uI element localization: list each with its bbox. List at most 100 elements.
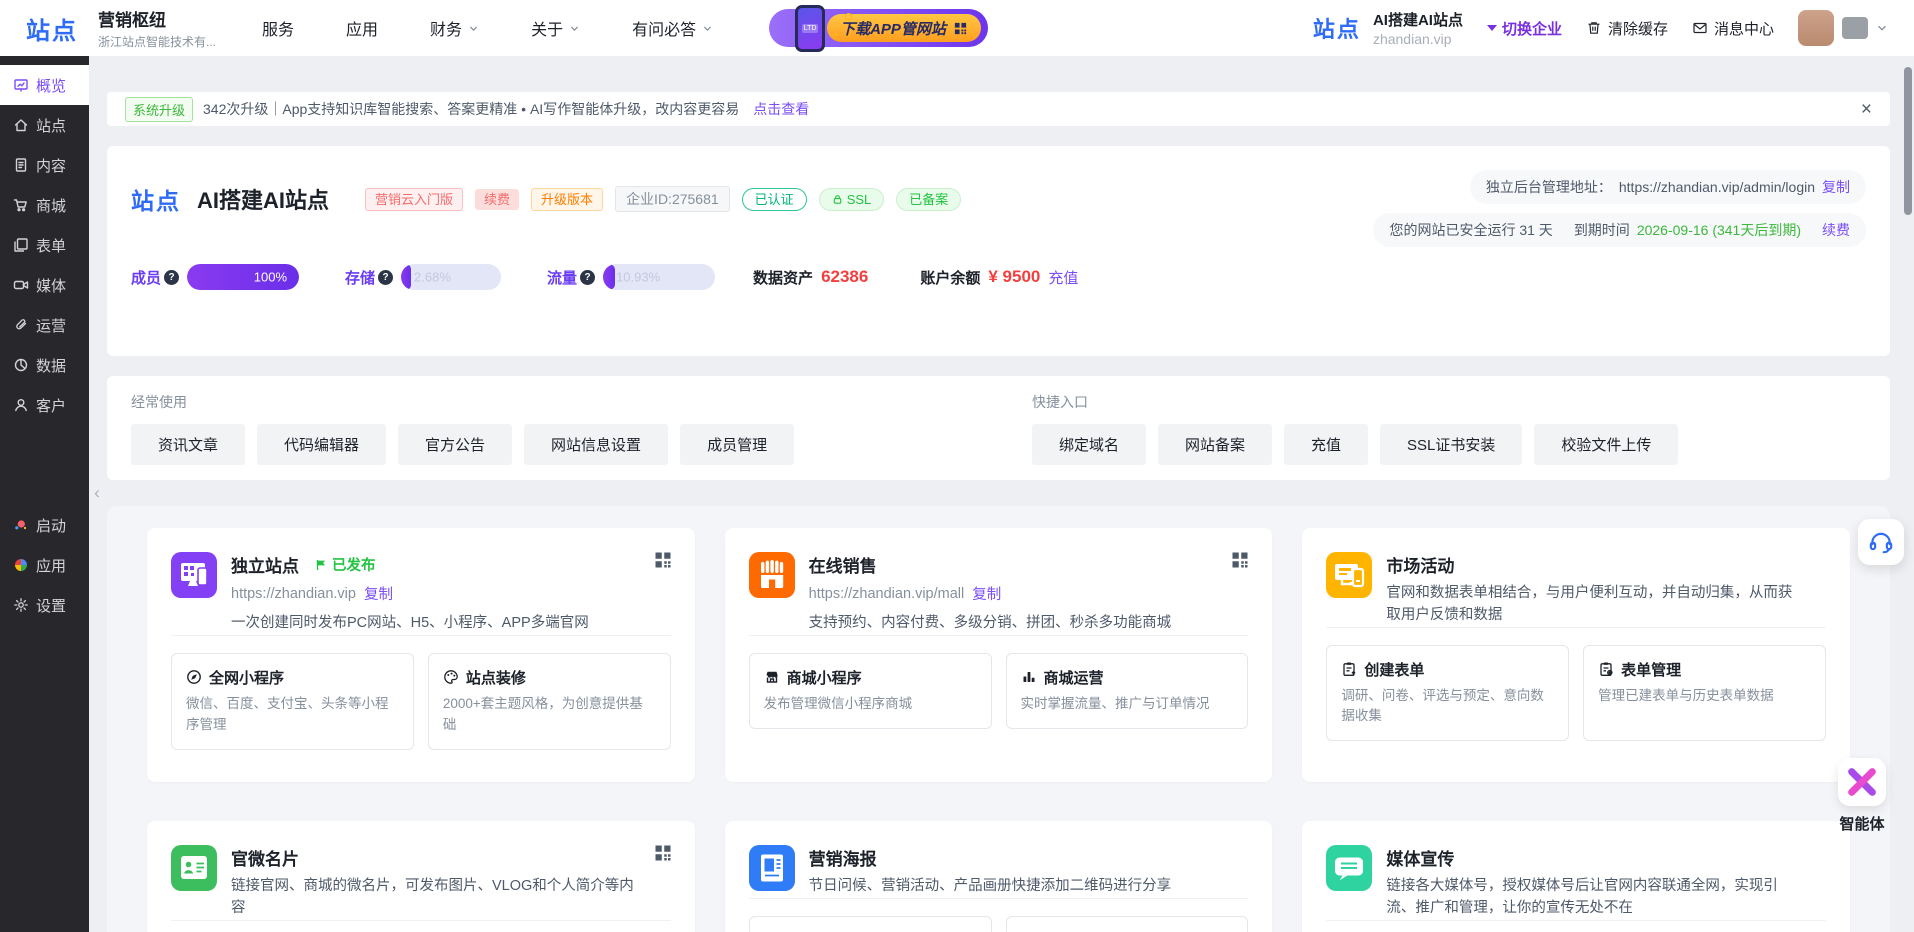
nav-finance[interactable]: 财务 xyxy=(430,16,479,40)
subcard-site-decoration[interactable]: 站点装修 2000+套主题风格，为创意提供基础 xyxy=(428,653,671,750)
help-icon[interactable]: ? xyxy=(580,270,595,285)
balance-stat: 账户余额 ¥ 9500 充值 xyxy=(920,267,1078,288)
card-url[interactable]: https://zhandian.vip/mall xyxy=(809,586,965,602)
sidebar-item-label: 概览 xyxy=(36,75,66,96)
sidebar-item-content[interactable]: 内容 xyxy=(0,145,89,185)
customer-service-button[interactable] xyxy=(1858,519,1904,565)
nav-apps[interactable]: 应用 xyxy=(346,16,378,40)
admin-url[interactable]: https://zhandian.vip/admin/login xyxy=(1619,179,1815,195)
app-card-media-promotion: 媒体宣传 链接各大媒体号，授权媒体号后让官网内容联通全网，实现引流、推广和管理，… xyxy=(1302,821,1850,932)
app-card-official-card: 官微名片 链接官网、商城的微名片，可发布图片、VLOG和个人简介等内容 xyxy=(147,821,695,932)
launch-icon xyxy=(13,517,29,533)
copy-url-link[interactable]: 复制 xyxy=(364,583,393,604)
phone-icon: LTD xyxy=(795,5,825,52)
site-name: AI搭建AI站点 xyxy=(1373,9,1463,30)
btn-ssl-install[interactable]: SSL证书安装 xyxy=(1380,424,1522,465)
site-domain: zhandian.vip xyxy=(1373,31,1463,47)
subcard-mall-operations[interactable]: 商城运营 实时掌握流量、推广与订单情况 xyxy=(1006,653,1249,729)
switch-company-button[interactable]: 切换企业 xyxy=(1487,18,1562,39)
nav-about[interactable]: 关于 xyxy=(531,16,580,40)
card-title[interactable]: 官微名片 xyxy=(231,845,299,870)
btn-site-info-settings[interactable]: 网站信息设置 xyxy=(524,424,668,465)
subcard-partial[interactable] xyxy=(1006,916,1249,932)
sidebar-item-site[interactable]: 站点 xyxy=(0,105,89,145)
btn-verify-file-upload[interactable]: 校验文件上传 xyxy=(1534,424,1678,465)
card-title[interactable]: 市场活动 xyxy=(1386,552,1454,577)
subcard-create-form[interactable]: 创建表单 调研、问卷、评选与预定、意向数据收集 xyxy=(1326,645,1569,742)
btn-bind-domain[interactable]: 绑定域名 xyxy=(1032,424,1146,465)
card-title[interactable]: 营销海报 xyxy=(809,845,877,870)
clear-cache-button[interactable]: 清除缓存 xyxy=(1586,18,1668,39)
copy-admin-url-link[interactable]: 复制 xyxy=(1822,177,1850,197)
storage-stat: 存储 ? 2.68% xyxy=(345,264,501,290)
card-title[interactable]: 媒体宣传 xyxy=(1386,845,1454,870)
independent-site-icon xyxy=(171,552,217,598)
copy-url-link[interactable]: 复制 xyxy=(972,583,1001,604)
sidebar-item-media[interactable]: 媒体 xyxy=(0,265,89,305)
form-icon xyxy=(13,237,29,253)
shortcuts-card: 经常使用 资讯文章 代码编辑器 官方公告 网站信息设置 成员管理 快捷入口 绑定… xyxy=(107,376,1890,480)
sidebar-collapse-handle[interactable]: ‹ xyxy=(89,470,105,516)
btn-news-articles[interactable]: 资讯文章 xyxy=(131,424,245,465)
sidebar-item-overview[interactable]: 概览 xyxy=(0,65,89,105)
admin-url-row: 独立后台管理地址： https://zhandian.vip/admin/log… xyxy=(1470,170,1866,204)
close-icon[interactable]: × xyxy=(1861,100,1872,119)
envelope-icon xyxy=(1692,20,1708,36)
expiry-row: 您的网站已安全运行 31 天 到期时间 2026-09-16 (341天后到期)… xyxy=(1373,213,1866,247)
nav-qa[interactable]: 有问必答 xyxy=(632,16,713,40)
agent-widget[interactable]: 智能体 xyxy=(1830,758,1894,834)
btn-site-icp[interactable]: 网站备案 xyxy=(1158,424,1272,465)
chevron-down-icon xyxy=(468,23,479,34)
scrollbar-thumb[interactable] xyxy=(1904,67,1912,215)
badge-row: 营销云入门版 续费 升级版本 企业ID:275681 已认证 SSL 已备案 xyxy=(365,186,961,212)
card-title[interactable]: 在线销售 xyxy=(809,552,877,577)
sidebar-item-mall[interactable]: 商城 xyxy=(0,185,89,225)
help-icon[interactable]: ? xyxy=(164,270,179,285)
qr-code-icon[interactable] xyxy=(653,550,673,570)
nav-services[interactable]: 服务 xyxy=(262,16,294,40)
sidebar-item-forms[interactable]: 表单 xyxy=(0,225,89,265)
upgrade-version-badge[interactable]: 升级版本 xyxy=(531,188,603,211)
logo[interactable]: 站点 xyxy=(26,11,78,46)
card-url[interactable]: https://zhandian.vip xyxy=(231,586,356,602)
sidebar-item-data[interactable]: 数据 xyxy=(0,345,89,385)
message-center-button[interactable]: 消息中心 xyxy=(1692,18,1774,39)
recharge-link[interactable]: 充值 xyxy=(1048,267,1078,288)
subcard-partial[interactable] xyxy=(749,916,992,932)
card-title[interactable]: 独立站点 xyxy=(231,552,299,577)
overview-icon xyxy=(13,77,29,93)
apps-icon xyxy=(13,557,29,573)
subcard-mall-mini-program[interactable]: 商城小程序 发布管理微信小程序商城 xyxy=(749,653,992,729)
site-summary-card: 站点 AI搭建AI站点 营销云入门版 续费 升级版本 企业ID:275681 已… xyxy=(107,146,1890,356)
stats-row: 成员 ? 100% 存储 ? 2.68% 流量 ? xyxy=(131,264,1078,290)
sidebar-item-customers[interactable]: 客户 xyxy=(0,385,89,425)
card-desc: 链接各大媒体号，授权媒体号后让官网内容联通全网，实现引流、推广和管理，让你的宣传… xyxy=(1386,876,1800,920)
sidebar-item-label: 客户 xyxy=(36,395,66,416)
download-app-banner[interactable]: LTD + 下载APP管网站 xyxy=(769,9,988,47)
app-card-online-sales: 在线销售 https://zhandian.vip/mall 复制 支持预约、内… xyxy=(725,528,1273,782)
sidebar-item-operations[interactable]: 运营 xyxy=(0,305,89,345)
chart-icon xyxy=(1021,669,1037,685)
btn-official-announcement[interactable]: 官方公告 xyxy=(398,424,512,465)
sidebar-item-launch[interactable]: 启动 xyxy=(0,505,89,545)
verified-badge: 已认证 xyxy=(742,188,807,211)
btn-recharge[interactable]: 充值 xyxy=(1284,424,1368,465)
topbar: 站点 营销枢纽 浙江站点智能技术有... 服务 应用 财务 关于 有问必答 LT… xyxy=(0,0,1914,56)
expiry-date: 2026-09-16 (341天后到期) xyxy=(1637,220,1801,240)
user-menu[interactable] xyxy=(1798,10,1888,46)
trash-icon xyxy=(1586,20,1602,36)
subcard-form-management[interactable]: 表单管理 管理已建表单与历史表单数据 xyxy=(1583,645,1826,742)
help-icon[interactable]: ? xyxy=(378,270,393,285)
subcard-mini-programs[interactable]: 全网小程序 微信、百度、支付宝、头条等小程序管理 xyxy=(171,653,414,750)
sidebar-item-apps[interactable]: 应用 xyxy=(0,545,89,585)
btn-member-management[interactable]: 成员管理 xyxy=(680,424,794,465)
qr-code-icon[interactable] xyxy=(653,843,673,863)
qr-code-icon[interactable] xyxy=(1230,550,1250,570)
sidebar-item-settings[interactable]: 设置 xyxy=(0,585,89,625)
sidebar-item-label: 应用 xyxy=(36,555,66,576)
renew-badge[interactable]: 续费 xyxy=(475,189,519,210)
notice-view-link[interactable]: 点击查看 xyxy=(753,99,809,119)
btn-code-editor[interactable]: 代码编辑器 xyxy=(257,424,386,465)
renew-link[interactable]: 续费 xyxy=(1822,220,1850,240)
chevron-down-icon xyxy=(1876,22,1888,34)
